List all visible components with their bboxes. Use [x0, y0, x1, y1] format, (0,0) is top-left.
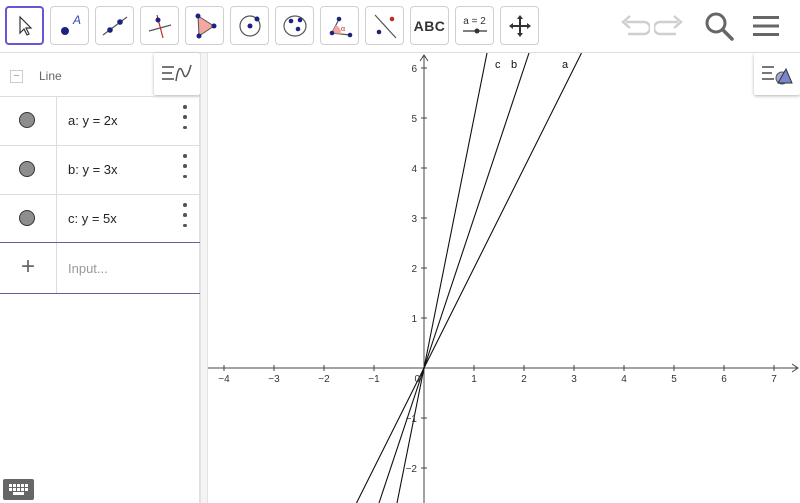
panel-divider[interactable]: [200, 53, 208, 503]
circle-center-point-tool-button[interactable]: [230, 6, 269, 45]
x-tick-label: 3: [571, 374, 577, 385]
visibility-toggle-marble[interactable]: [19, 112, 35, 128]
slider-tool-button[interactable]: a = 2: [455, 6, 494, 45]
redo-icon: [654, 15, 683, 36]
keyboard-icon: [8, 484, 28, 495]
algebra-row-b[interactable]: b: y = 3x: [0, 145, 200, 194]
search-button[interactable]: [701, 8, 737, 44]
y-tick-label: 3: [411, 214, 417, 225]
algebra-view: − Line a: y = 2x b: y = 3x c: y = 5x + I…: [0, 53, 200, 503]
x-tick-label: −2: [318, 374, 330, 385]
redo-button[interactable]: [652, 8, 688, 44]
graphics-style-button[interactable]: [754, 53, 800, 95]
y-tick-label: 4: [411, 164, 417, 175]
graphics-view[interactable]: −4 −3 −2 −1 0 1 2 3 4 5 6 7 1 2 3 4 5 6 −1 −2 c b a: [208, 53, 800, 503]
y-tick-label: 5: [411, 114, 417, 125]
line-label-a[interactable]: a: [562, 59, 569, 71]
algebra-expression[interactable]: a: y = 2x: [68, 113, 118, 128]
polygon-icon: [195, 13, 216, 38]
x-tick-label: 7: [771, 374, 777, 385]
algebra-input-field[interactable]: Input...: [68, 261, 108, 276]
perpendicular-line-tool-button[interactable]: [140, 6, 179, 45]
algebra-settings-icon: [162, 64, 192, 82]
keyboard-button[interactable]: [3, 479, 34, 500]
reflect-tool-button[interactable]: [365, 6, 404, 45]
x-tick-label: 4: [621, 374, 627, 385]
line-b[interactable]: [378, 53, 530, 503]
slider-tool-label: a = 2: [463, 16, 486, 27]
x-tick-label: −3: [268, 374, 280, 385]
toolbar: A α ABC a = 2: [0, 0, 800, 53]
collapse-group-button[interactable]: −: [10, 70, 23, 83]
x-tick-label: −1: [368, 374, 380, 385]
algebra-expression[interactable]: b: y = 3x: [68, 162, 118, 177]
graph-canvas[interactable]: −4 −3 −2 −1 0 1 2 3 4 5 6 7 1 2 3 4 5 6 −1 −2 c b a: [208, 53, 800, 503]
x-tick-label: 2: [521, 374, 527, 385]
x-tick-label: 5: [671, 374, 677, 385]
slider-icon: [462, 28, 487, 34]
visibility-toggle-marble[interactable]: [19, 161, 35, 177]
move-tool-button[interactable]: [5, 6, 44, 45]
algebra-row-c[interactable]: c: y = 5x: [0, 194, 200, 243]
angle-tool-button[interactable]: α: [320, 6, 359, 45]
visibility-toggle-marble[interactable]: [19, 210, 35, 226]
line-through-points-icon: [102, 16, 127, 35]
y-tick-label: −2: [406, 464, 418, 475]
algebra-sort-button[interactable]: [154, 53, 200, 95]
search-icon: [705, 12, 734, 41]
line-label-c[interactable]: c: [495, 59, 501, 71]
move-arrows-icon: [508, 14, 531, 37]
y-tick-label: 1: [411, 314, 417, 325]
y-tick-label: −1: [406, 414, 418, 425]
y-tick-label: 6: [411, 64, 417, 75]
more-options-icon[interactable]: [180, 203, 190, 227]
reflect-about-line-icon: [374, 14, 396, 38]
x-tick-label: 6: [721, 374, 727, 385]
polygon-tool-button[interactable]: [185, 6, 224, 45]
line-tool-button[interactable]: [95, 6, 134, 45]
more-options-icon[interactable]: [180, 154, 190, 178]
add-icon[interactable]: +: [0, 243, 57, 293]
hamburger-menu-icon: [753, 16, 779, 36]
graphics-settings-icon: [762, 66, 793, 85]
line-a[interactable]: [356, 53, 582, 503]
algebra-input-row[interactable]: + Input...: [0, 242, 200, 294]
circle-icon: [238, 14, 261, 37]
line-label-b[interactable]: b: [511, 59, 517, 71]
text-tool-button[interactable]: ABC: [410, 6, 449, 45]
text-tool-label: ABC: [413, 17, 446, 34]
svg-text:α: α: [341, 26, 345, 33]
ellipse-icon: [282, 14, 307, 37]
ellipse-tool-button[interactable]: [275, 6, 314, 45]
cursor-arrow-icon: [18, 15, 32, 36]
main-menu-button[interactable]: [748, 8, 784, 44]
angle-icon: α: [329, 16, 352, 37]
algebra-expression[interactable]: c: y = 5x: [68, 211, 117, 226]
svg-text:A: A: [72, 13, 81, 27]
undo-icon: [621, 15, 650, 36]
move-graphics-view-tool-button[interactable]: [500, 6, 539, 45]
y-tick-label: 2: [411, 264, 417, 275]
origin-label: 0: [414, 374, 420, 385]
point-icon: A: [60, 13, 81, 35]
x-tick-label: −4: [218, 374, 230, 385]
perpendicular-line-icon: [148, 14, 171, 38]
algebra-row-a[interactable]: a: y = 2x: [0, 96, 200, 145]
point-tool-button[interactable]: A: [50, 6, 89, 45]
more-options-icon[interactable]: [180, 105, 190, 129]
undo-button[interactable]: [616, 8, 652, 44]
group-label: Line: [39, 69, 62, 83]
x-tick-label: 1: [471, 374, 477, 385]
